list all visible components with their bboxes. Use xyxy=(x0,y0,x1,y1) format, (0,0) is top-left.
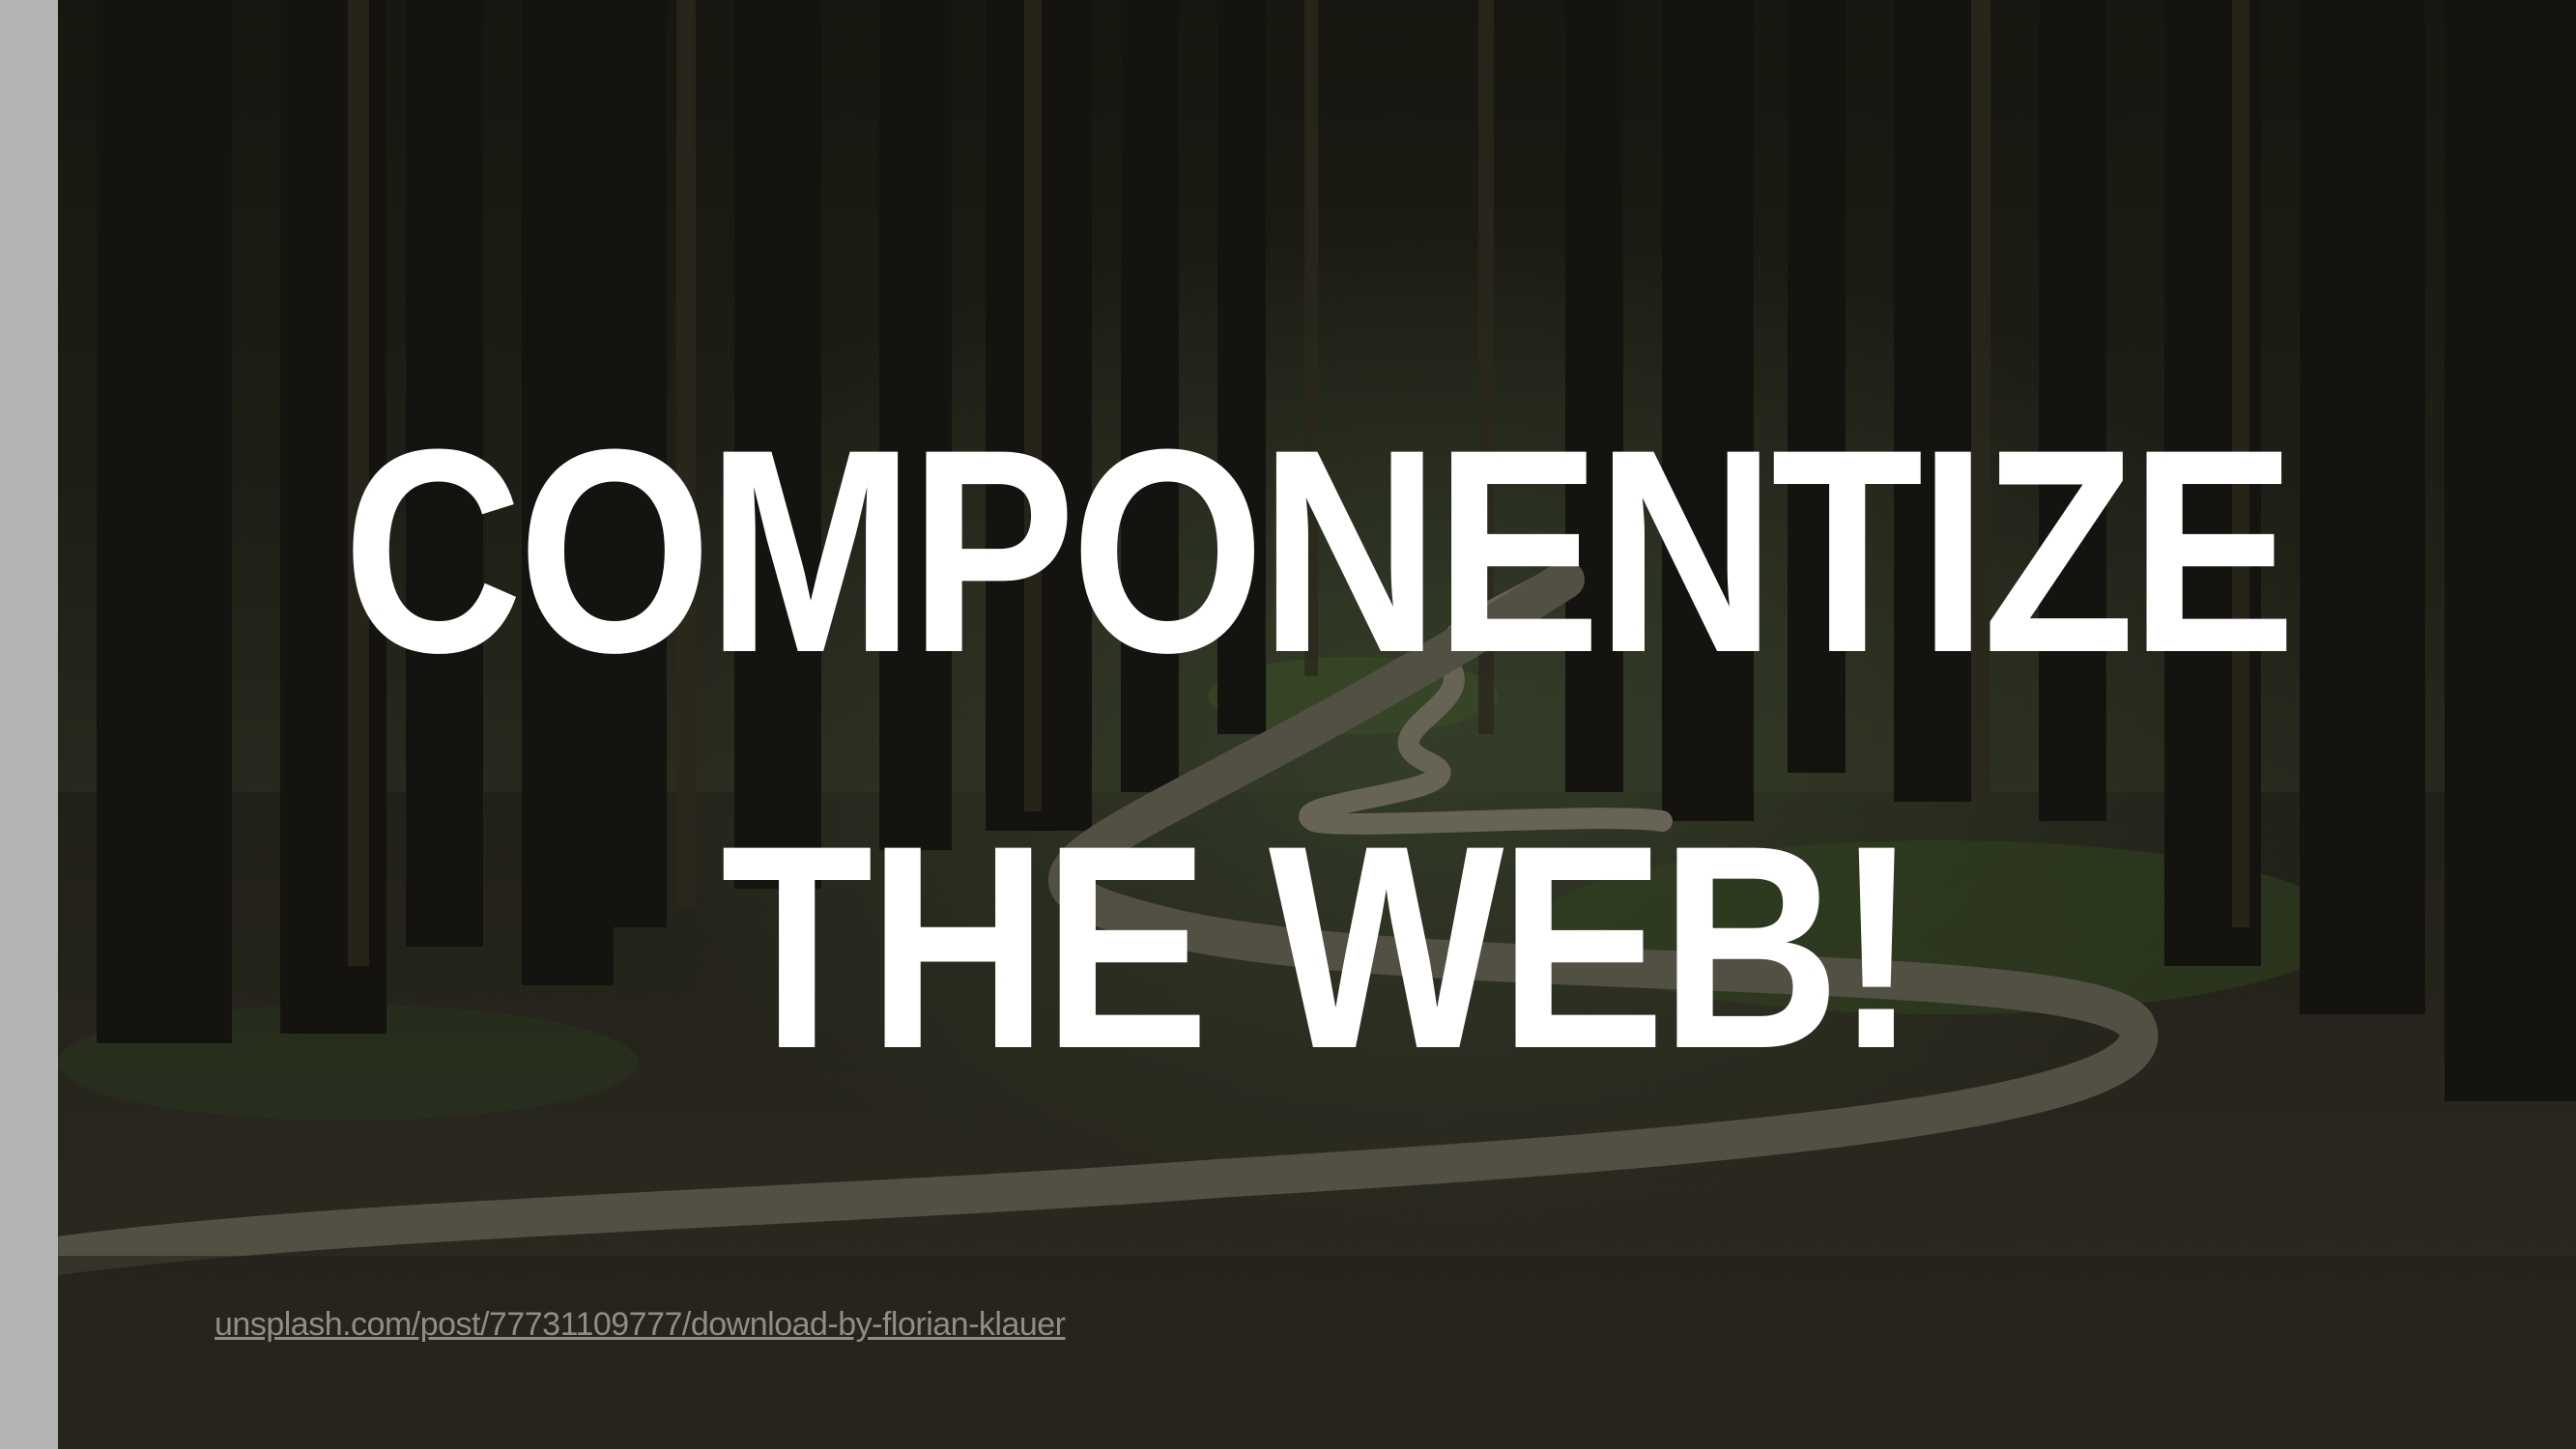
presentation-viewport: COMPONENTIZE THE WEB! unsplash.com/post/… xyxy=(0,0,2576,1449)
forest-path-background-image xyxy=(58,0,2576,1449)
slide-title-line-2: THE WEB! xyxy=(720,784,1918,1109)
photo-credit-link[interactable]: unsplash.com/post/77731109777/download-b… xyxy=(215,1306,1066,1344)
slide: COMPONENTIZE THE WEB! unsplash.com/post/… xyxy=(58,0,2576,1449)
slide-title-line-1: COMPONENTIZE xyxy=(342,388,2297,713)
